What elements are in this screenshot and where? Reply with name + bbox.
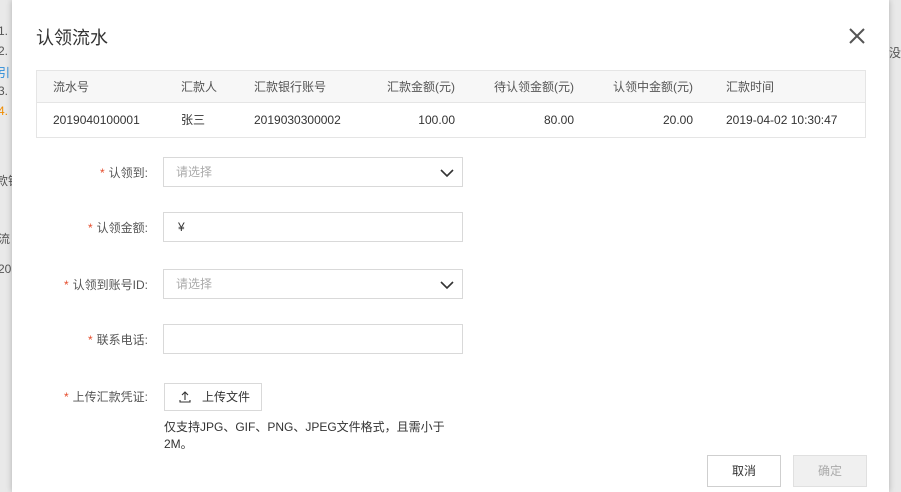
- form-row-phone: * 联系电话:: [12, 324, 889, 356]
- bg-text: 1.: [0, 24, 9, 38]
- field-label: * 上传汇款凭证:: [64, 383, 148, 411]
- bg-text: 20: [0, 262, 12, 276]
- background-right-strip: 没: [889, 0, 901, 492]
- cell-bank-account: 2019030300002: [254, 113, 341, 127]
- claim-to-label: 认领到:: [108, 166, 148, 180]
- cell-remitter: 张三: [181, 113, 206, 127]
- claim-amount-field[interactable]: ¥: [163, 212, 463, 242]
- form-row-claim-to: * 认领到: 请选择: [12, 157, 889, 189]
- bg-text: 2.: [0, 44, 9, 58]
- field-label: * 认领到:: [100, 157, 148, 189]
- select-placeholder: 请选择: [176, 277, 213, 291]
- phone-field[interactable]: [163, 324, 463, 354]
- upload-file-label: 上传文件: [202, 390, 251, 404]
- claim-account-select[interactable]: 请选择: [163, 269, 463, 299]
- chevron-down-icon: [440, 281, 454, 290]
- bg-text: 流: [0, 232, 11, 246]
- required-mark: *: [63, 390, 69, 404]
- claim-amount-input[interactable]: [190, 213, 450, 241]
- field-label: * 认领金额:: [88, 212, 148, 244]
- form-row-claim-amount: * 认领金额: ¥: [12, 212, 889, 244]
- bg-text: 款银: [0, 174, 12, 188]
- required-mark: *: [99, 166, 105, 180]
- cancel-button[interactable]: 取消: [707, 455, 781, 487]
- currency-prefix: ¥: [178, 220, 185, 234]
- confirm-button[interactable]: 确定: [793, 455, 867, 487]
- claim-account-label: 认领到账号ID:: [72, 278, 148, 292]
- voucher-label: 上传汇款凭证:: [72, 390, 148, 404]
- column-header: 流水号: [53, 80, 90, 94]
- cell-claiming-amount: 20.00: [662, 113, 693, 127]
- claim-to-select[interactable]: 请选择: [163, 157, 463, 187]
- upload-hint: 仅支持JPG、GIF、PNG、JPEG文件格式，且需小于2M。: [164, 420, 445, 451]
- table-row: 2019040100001 张三 2019030300002 100.00 80…: [37, 103, 865, 137]
- chevron-down-icon: [440, 169, 454, 178]
- upload-file-button[interactable]: 上传文件: [164, 383, 262, 411]
- bg-text: 3.: [0, 84, 9, 98]
- column-header: 汇款人: [181, 80, 218, 94]
- column-header: 汇款银行账号: [254, 80, 327, 94]
- bg-text: 没: [889, 46, 901, 60]
- cell-amount: 100.00: [418, 113, 455, 127]
- form-row-claim-account: * 认领到账号ID: 请选择: [12, 269, 889, 301]
- column-header: 汇款金额(元): [387, 80, 455, 94]
- phone-label: 联系电话:: [96, 333, 148, 347]
- form-row-voucher: * 上传汇款凭证: 上传文件 仅支持JPG、GIF、PNG、JPEG文件格式，且需…: [12, 383, 889, 453]
- bg-link: 引: [0, 66, 11, 80]
- background-left-strip: 1. 2. 引 3. 4. 款银 流 20: [0, 0, 12, 492]
- column-header: 认领中金额(元): [613, 80, 693, 94]
- required-mark: *: [87, 221, 93, 235]
- flow-table: 流水号 汇款人 汇款银行账号 汇款金额(元) 待认领金额(元) 认领中金额(元)…: [36, 70, 866, 138]
- cell-pending-amount: 80.00: [543, 113, 574, 127]
- phone-input[interactable]: [176, 325, 436, 353]
- claim-amount-label: 认领金额:: [96, 221, 148, 235]
- column-header: 待认领金额(元): [494, 80, 574, 94]
- upload-icon: [179, 391, 191, 403]
- select-placeholder: 请选择: [176, 165, 213, 179]
- close-icon[interactable]: [847, 26, 867, 46]
- cell-remit-time: 2019-04-02 10:30:47: [726, 113, 838, 127]
- required-mark: *: [87, 333, 93, 347]
- bg-text: 4.: [0, 104, 9, 118]
- required-mark: *: [63, 278, 69, 292]
- column-header: 汇款时间: [726, 80, 775, 94]
- field-label: * 认领到账号ID:: [64, 269, 148, 301]
- modal-title: 认领流水: [36, 28, 108, 48]
- cell-flow-no: 2019040100001: [53, 113, 140, 127]
- table-header: 流水号 汇款人 汇款银行账号 汇款金额(元) 待认领金额(元) 认领中金额(元)…: [37, 71, 865, 103]
- claim-flow-modal: 认领流水 流水号 汇款人 汇款银行账号 汇款金额(元) 待认领金额(元) 认领中…: [12, 0, 889, 492]
- field-label: * 联系电话:: [88, 324, 148, 356]
